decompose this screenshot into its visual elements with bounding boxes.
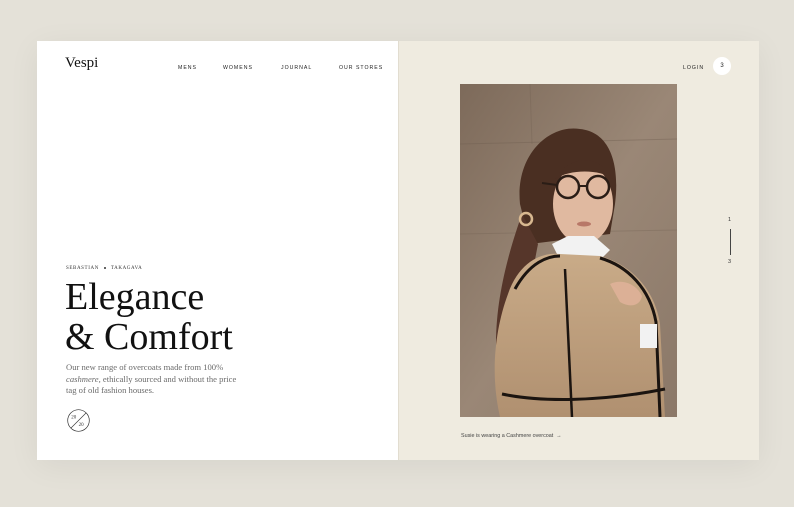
nav-item-journal[interactable]: JOURNAL (281, 65, 312, 71)
title-line-2: & Comfort (65, 316, 233, 358)
hero-description: Our new range of overcoats made from 100… (66, 362, 246, 397)
model-image (460, 84, 677, 417)
author-first: SEBASTIAN (66, 266, 99, 271)
nav-item-mens[interactable]: MENS (178, 65, 197, 71)
description-italic: cashmere, (66, 373, 101, 384)
title-line-1: Elegance (65, 276, 205, 318)
pager-progress-line (730, 229, 731, 255)
main-nav: MENS WOMENS JOURNAL OUR STORES (37, 65, 398, 75)
nav-item-womens[interactable]: WOMENS (223, 65, 253, 71)
nav-item-our-stores[interactable]: OUR STORES (339, 65, 383, 71)
author-credits: SEBASTIAN TAKAGAVA (66, 266, 142, 271)
caption-text: Susie is wearing a Cashmere overcoat (461, 433, 554, 439)
model-photo (460, 84, 677, 417)
left-panel: Vespi MENS WOMENS JOURNAL OUR STORES SEB… (37, 41, 398, 460)
page-title: Elegance & Comfort (65, 277, 233, 357)
badge-bottom-text: 20 (79, 423, 85, 428)
pager-current[interactable]: 1 (728, 217, 731, 223)
photo-caption[interactable]: Susie is wearing a Cashmere overcoat → (461, 433, 562, 439)
separator-dot (103, 266, 106, 269)
landing-page: Vespi MENS WOMENS JOURNAL OUR STORES SEB… (37, 41, 759, 460)
cart-button[interactable]: 3 (713, 57, 731, 75)
description-text-1: Our new range of overcoats made from 100… (66, 362, 224, 372)
right-panel: LOGIN 3 Susie is wearing a Cashmere over… (398, 41, 759, 460)
pager-total[interactable]: 3 (728, 259, 731, 265)
slide-pager[interactable]: 1 3 (726, 217, 736, 267)
arrow-right-icon: → (556, 433, 562, 439)
cart-count: 3 (720, 63, 724, 69)
login-link[interactable]: LOGIN (683, 65, 704, 71)
author-second: TAKAGAVA (110, 266, 143, 271)
year-badge-icon: 20 20 (67, 409, 90, 432)
badge-top-text: 20 (71, 416, 77, 421)
